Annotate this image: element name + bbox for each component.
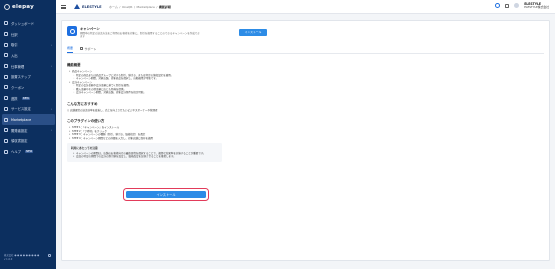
sidebar-item-label: 取引 [11,43,18,48]
sidebar-item-label: 仕訳 [11,32,18,37]
coupon-icon [4,85,8,90]
breadcrumb-item[interactable]: Marketplace [137,5,155,9]
version-text: v 1.0.0 [4,257,13,261]
chevron-right-icon: › [50,128,52,133]
sidebar-item-label: 入出 [11,53,18,58]
chevron-right-icon: › [50,106,52,111]
install-button-top[interactable]: インストール [239,28,267,36]
sidebar-item-label: サービス設定 [11,107,31,112]
chevron-right-icon: › [50,64,52,69]
link-icon [4,96,8,101]
developer-icon [4,128,8,133]
sidebar-item-7[interactable]: 連携 NEW [0,93,56,104]
elestyle-logo-icon [74,4,80,9]
install-button-main[interactable]: インストール [126,191,206,198]
sidebar-item-11[interactable]: 領収書設定 [0,136,56,147]
steps-icon [4,74,8,79]
dashboard-icon [4,21,8,26]
sidebar-item-3[interactable]: 入出 [0,50,56,61]
sidebar-item-2[interactable]: 取引 › [0,39,56,50]
sidebar-item-label: 仕事管理 [11,64,25,69]
sidebar-item-label: ヘルプ [11,150,21,155]
tab-overview-label: 概要 [67,46,74,50]
campaign-plugin-icon [67,26,77,36]
overview-list: 商品キャンペーン特定の商品または商品グループに対する割引、値引き、または特定の値… [69,70,307,95]
wallet-icon [4,53,8,58]
plugin-header: キャンペーン 期間中の特定の決済方法をご利用のお客様を対象に、割引を適用すること… [67,26,200,38]
sidebar-item-4[interactable]: 仕事管理 › [0,61,56,72]
header-actions: ELESTYLE ELESTYLE株式会社 [495,2,549,9]
help-icon [4,149,8,154]
sidebar-item-9[interactable]: Marketplace [1,114,55,125]
note-title: 利用にあたっての注意 [71,146,98,150]
sidebar-item-label: Marketplace [11,117,32,122]
howto-title: このプラグインの使い方 [67,119,105,123]
top-header: ELESTYLE ホーム / OneQR / Marketplace / 機能詳細 ELES… [56,0,555,14]
hamburger-menu-icon[interactable] [61,5,66,9]
briefcase-icon [4,64,8,69]
new-badge: NEW [21,96,31,100]
notification-icon[interactable] [48,254,51,257]
sidebar-item-label: 連携 [11,96,18,101]
sidebar-item-label: 開発者設定 [11,128,28,133]
help-circle-icon[interactable] [495,3,501,9]
plugin-name: キャンペーン [80,27,100,31]
settings-icon [4,106,8,111]
sidebar-footer: 株式会社 ● ● ● ● ● ● ● ● ● v 1.0.0 [4,254,52,261]
sidebar-nav: ダッシュボード 仕訳 取引 › 入出 仕事管理 › 設置ステップ クーポン 連携 NEW サービス設定… [0,18,56,157]
sidebar-item-0[interactable]: ダッシュボード [0,18,56,29]
header-logo-text: ELESTYLE [82,4,102,9]
overview-title: 機能概要 [67,63,81,67]
note-list: キャンペーンの期間は、店舗のお客様向けの最終日程を選択することで、適切な効果率を… [73,152,218,159]
tab-support-label: サポート [84,46,97,51]
breadcrumb-separator: / [156,5,158,10]
sidebar-item-label: 領収書設定 [11,139,28,144]
list-item: 会員の特定の期間での会計の割引値を設定し、価格改定を反映させることを推奨します。 [73,155,218,159]
chevron-right-icon: › [50,42,52,47]
header-logo[interactable]: ELESTYLE [74,4,102,9]
plugin-detail-panel: キャンペーン 期間中の特定の決済方法をご利用のお客様を対象に、割引を適用すること… [61,20,550,261]
sidebar-item-12[interactable]: ヘルプ NEW [0,146,56,157]
brand-name: elepay [12,4,34,10]
receipt-icon [4,138,8,143]
download-icon[interactable] [505,3,510,8]
breadcrumb-item[interactable]: OneQR [122,5,133,9]
plugin-description: 期間中の特定の決済方法をご利用のお客様を対象に、割引を適用することのできるキャン… [80,31,200,38]
sidebar-item-6[interactable]: クーポン [0,82,56,93]
recommend-title: こんな方におすすめ [67,101,98,106]
breadcrumb-separator: / [119,5,121,10]
sidebar-item-5[interactable]: 設置ステップ [0,71,56,82]
breadcrumb-item[interactable]: ホーム [109,5,118,9]
journal-icon [4,32,8,37]
sidebar-item-10[interactable]: 開発者設定 › [0,125,56,136]
breadcrumb-separator: / [134,5,136,10]
usage-note: 利用にあたっての注意 キャンペーンの期間は、店舗のお客様向けの最終日程を選択する… [67,143,222,162]
howto-list: STEP 1：「キャンペーン」をインストールSTEP 2：「フ素地」をクリックS… [69,126,307,140]
elepay-logo-icon [4,4,10,10]
user-company: ELESTYLE株式会社 [524,4,549,9]
overview-content: 機能概要 商品キャンペーン特定の商品または商品グループに対する割引、値引き、また… [67,62,307,162]
list-item: STEP 4：キャンペーン期間などの詳細を入力し、対象店舗に保存を適用 [69,137,307,141]
breadcrumb: ホーム / OneQR / Marketplace / 機能詳細 [109,5,171,9]
sidebar-item-1[interactable]: 仕訳 [0,29,56,40]
support-icon [80,47,84,50]
sidebar-item-label: ダッシュボード [11,21,35,26]
avatar[interactable] [514,3,520,9]
sidebar-item-label: 設置ステップ [11,75,31,80]
new-badge: NEW [24,150,34,154]
sidebar-item-label: クーポン [11,85,25,90]
list-item: 会計キャンペーン期間、対象店舗、対象会計条件を指定可能。 [69,91,307,95]
marketplace-icon [4,117,8,122]
breadcrumb-item[interactable]: 機能詳細 [159,5,171,9]
user-menu[interactable]: ELESTYLE ELESTYLE株式会社 [524,2,549,9]
install-button-highlight: インストール [123,188,209,201]
tabs-divider [67,52,544,54]
transaction-icon [4,42,8,47]
sidebar: elepay ダッシュボード 仕訳 取引 › 入出 仕事管理 › 設置ステップ クーポン 連携 NE… [0,0,56,269]
brand[interactable]: elepay [0,0,56,14]
sidebar-item-8[interactable]: サービス設定 › [0,104,56,115]
